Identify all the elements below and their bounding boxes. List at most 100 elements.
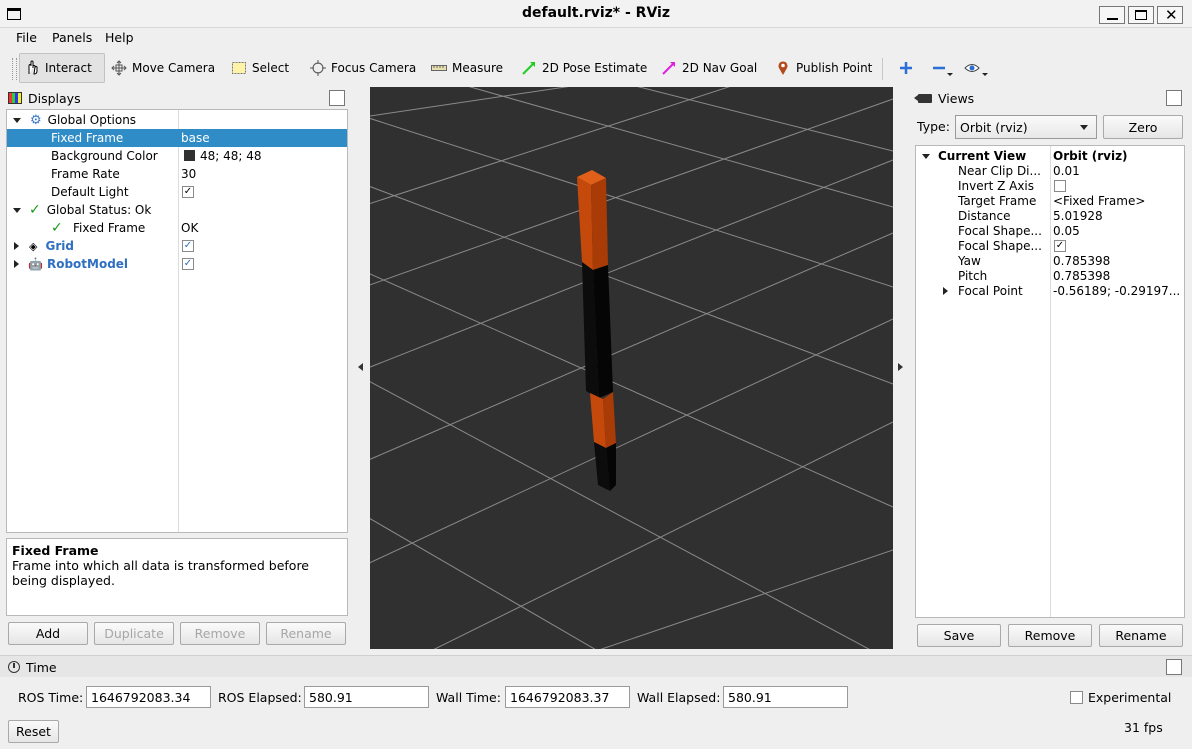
tool-bar: Interact Move Camera Select Focus Camera… xyxy=(0,50,1192,86)
view-prop-label: Focal Shape... xyxy=(958,224,1042,238)
tool-interact[interactable]: Interact xyxy=(19,53,105,83)
time-panel-header: Time xyxy=(0,655,1192,677)
tree-row-status-fixed-frame[interactable]: ✓ Fixed Frame OK xyxy=(7,219,347,237)
view-prop-value[interactable]: 5.01928 xyxy=(1053,209,1103,223)
reset-button[interactable]: Reset xyxy=(8,720,59,743)
tree-row-frame-rate[interactable]: Frame Rate 30 xyxy=(7,165,347,183)
tree-row-global-options[interactable]: ⚙ Global Options xyxy=(7,111,347,129)
view-prop-label: Focal Shape... xyxy=(958,239,1042,253)
ros-time-field[interactable]: 1646792083.34 xyxy=(86,686,211,708)
time-title: Time xyxy=(26,659,57,675)
view-prop-label: Yaw xyxy=(958,254,981,268)
zero-view-button[interactable]: Zero xyxy=(1103,115,1183,139)
ros-elapsed-field[interactable]: 580.91 xyxy=(304,686,429,708)
wall-time-field[interactable]: 1646792083.37 xyxy=(505,686,630,708)
tool-2d-nav-goal-label: 2D Nav Goal xyxy=(682,61,758,75)
menu-file[interactable]: File xyxy=(16,30,37,45)
tree-row-background-color[interactable]: Background Color 48; 48; 48 xyxy=(7,147,347,165)
background-color-value[interactable]: 48; 48; 48 xyxy=(200,149,262,163)
camera-icon xyxy=(914,93,932,103)
robot-model-enabled-checkbox[interactable]: ✓ xyxy=(182,258,194,270)
check-icon: ✓ xyxy=(29,202,41,218)
tool-publish-point-label: Publish Point xyxy=(796,61,873,75)
duplicate-display-button[interactable]: Duplicate xyxy=(94,622,174,645)
tool-focus-camera[interactable]: Focus Camera xyxy=(306,53,420,83)
fps-readout: 31 fps xyxy=(1124,720,1163,735)
tree-row-label: Background Color xyxy=(51,149,158,163)
move-camera-icon xyxy=(111,60,127,76)
color-swatch xyxy=(184,150,195,161)
views-float-button[interactable] xyxy=(1166,90,1182,106)
tool-visibility-button[interactable] xyxy=(960,53,990,83)
tool-move-camera[interactable]: Move Camera xyxy=(107,53,219,83)
menu-panels[interactable]: Panels xyxy=(52,30,92,45)
close-button[interactable]: ✕ xyxy=(1157,6,1183,24)
description-title: Fixed Frame xyxy=(12,543,99,558)
fixed-frame-value[interactable]: base xyxy=(181,131,210,145)
add-tool-button[interactable] xyxy=(895,53,917,83)
view-type-select[interactable]: Orbit (rviz) xyxy=(955,115,1097,139)
monitor-icon xyxy=(8,92,22,104)
tree-row-fixed-frame[interactable]: Fixed Frame base xyxy=(7,129,347,147)
render-viewport[interactable] xyxy=(370,87,893,649)
select-box-icon xyxy=(231,60,247,76)
remove-view-button[interactable]: Remove xyxy=(1008,624,1092,647)
clock-icon xyxy=(8,661,20,673)
menu-help[interactable]: Help xyxy=(105,30,134,45)
tool-2d-pose-estimate[interactable]: 2D Pose Estimate xyxy=(517,53,651,83)
displays-float-button[interactable] xyxy=(329,90,345,106)
collapse-left-panel-handle[interactable] xyxy=(358,363,363,371)
views-panel-header: Views xyxy=(910,87,1192,109)
add-display-button[interactable]: Add xyxy=(8,622,88,645)
rename-view-button[interactable]: Rename xyxy=(1099,624,1183,647)
view-prop-label: Distance xyxy=(958,209,1011,223)
experimental-checkbox[interactable] xyxy=(1070,691,1083,704)
tree-row-label: Fixed Frame xyxy=(73,221,146,235)
view-prop-value: Orbit (rviz) xyxy=(1053,149,1128,163)
wall-elapsed-field[interactable]: 580.91 xyxy=(723,686,848,708)
tool-select-label: Select xyxy=(252,61,290,75)
default-light-checkbox[interactable]: ✓ xyxy=(182,186,194,198)
ros-time-label: ROS Time: xyxy=(18,690,84,705)
collapse-arrow-icon xyxy=(14,242,19,250)
remove-tool-button[interactable] xyxy=(927,53,955,83)
title-bar: default.rviz* - RViz ✕ xyxy=(0,0,1192,28)
expand-arrow-icon xyxy=(13,207,21,213)
focal-shape-checkbox[interactable]: ✓ xyxy=(1054,240,1066,252)
view-prop-label: Near Clip Di... xyxy=(958,164,1041,178)
pose-arrow-icon xyxy=(521,60,537,76)
rename-display-button[interactable]: Rename xyxy=(266,622,346,645)
view-prop-focal-point[interactable]: Focal Point -0.56189; -0.29197... xyxy=(916,282,1184,300)
tree-row-global-status[interactable]: ✓ Global Status: Ok xyxy=(7,201,347,219)
tool-2d-pose-estimate-label: 2D Pose Estimate xyxy=(542,61,648,75)
tool-measure[interactable]: Measure xyxy=(427,53,507,83)
view-prop-value[interactable]: <Fixed Frame> xyxy=(1053,194,1145,208)
tool-focus-camera-label: Focus Camera xyxy=(331,61,417,75)
view-prop-label: Focal Point xyxy=(958,284,1023,298)
tree-row-label: RobotModel xyxy=(46,257,129,271)
tree-row-robot-model[interactable]: 🤖 RobotModel ✓ xyxy=(7,255,347,273)
tool-publish-point[interactable]: Publish Point xyxy=(771,53,876,83)
focus-camera-icon xyxy=(310,60,326,76)
tree-row-grid[interactable]: ◈ Grid ✓ xyxy=(7,237,347,255)
remove-display-button[interactable]: Remove xyxy=(180,622,260,645)
minimize-button[interactable] xyxy=(1099,6,1125,24)
time-float-button[interactable] xyxy=(1166,659,1182,675)
tool-select[interactable]: Select xyxy=(227,53,293,83)
view-prop-value[interactable]: 0.05 xyxy=(1053,224,1080,238)
frame-rate-value[interactable]: 30 xyxy=(181,167,196,181)
view-prop-value[interactable]: 0.785398 xyxy=(1053,254,1110,268)
tool-2d-nav-goal[interactable]: 2D Nav Goal xyxy=(657,53,761,83)
maximize-button[interactable] xyxy=(1128,6,1154,24)
gear-icon: ⚙ xyxy=(30,112,42,128)
view-prop-value[interactable]: 0.01 xyxy=(1053,164,1080,178)
collapse-right-panel-handle[interactable] xyxy=(898,363,903,371)
tree-row-label: Grid xyxy=(45,239,74,253)
invert-z-checkbox[interactable] xyxy=(1054,180,1066,192)
tree-row-default-light[interactable]: Default Light ✓ xyxy=(7,183,347,201)
grid-enabled-checkbox[interactable]: ✓ xyxy=(182,240,194,252)
view-prop-value[interactable]: -0.56189; -0.29197... xyxy=(1053,284,1180,298)
view-prop-label: Invert Z Axis xyxy=(958,179,1035,193)
view-prop-value[interactable]: 0.785398 xyxy=(1053,269,1110,283)
save-view-button[interactable]: Save xyxy=(917,624,1001,647)
